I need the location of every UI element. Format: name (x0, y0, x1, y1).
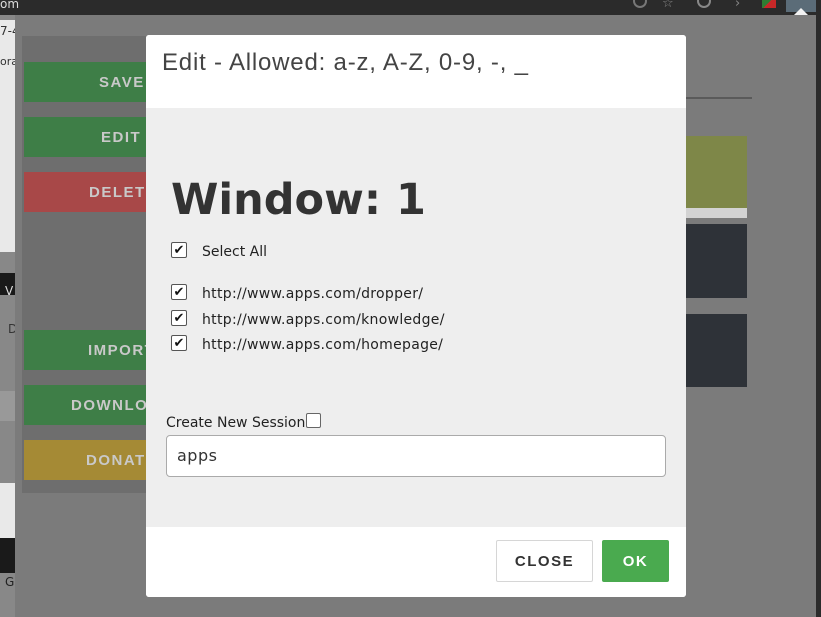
session-card-footer (686, 208, 747, 218)
url-label: http://www.apps.com/dropper/ (202, 286, 424, 302)
page-text-fragment: V (5, 284, 14, 298)
forward-icon[interactable]: › (735, 0, 740, 11)
select-all-label: Select All (202, 244, 267, 260)
session-card[interactable] (686, 224, 747, 298)
session-card[interactable] (686, 136, 747, 208)
save-button[interactable]: SAVE (24, 62, 164, 102)
page-bar (0, 538, 15, 573)
page-text-fragment: G (5, 575, 15, 589)
download-button[interactable]: DOWNLOAD (24, 385, 172, 425)
page-lines (0, 391, 15, 421)
history-icon[interactable] (633, 0, 647, 8)
window-title: Window: 1 (171, 175, 426, 225)
url-label: http://www.apps.com/homepage/ (202, 337, 444, 353)
create-new-session-checkbox[interactable] (306, 413, 321, 428)
import-button[interactable]: IMPORT (24, 330, 164, 370)
star-icon[interactable]: ☆ (662, 0, 674, 11)
edit-session-modal: Edit - Allowed: a-z, A-Z, 0-9, -, _ Wind… (146, 35, 686, 597)
url-checkbox[interactable]: ✔ (171, 335, 187, 351)
edit-button[interactable]: EDIT (24, 117, 164, 157)
url-label: http://www.apps.com/knowledge/ (202, 312, 445, 328)
modal-footer: CLOSE OK (146, 527, 686, 597)
ok-button[interactable]: OK (602, 540, 669, 582)
modal-header: Edit - Allowed: a-z, A-Z, 0-9, -, _ (146, 35, 686, 108)
session-name-input[interactable]: apps (166, 435, 666, 477)
url-fragment: om (0, 0, 20, 11)
extension-icon[interactable] (762, 0, 776, 8)
modal-title: Edit - Allowed: a-z, A-Z, 0-9, -, _ (162, 49, 529, 76)
session-card[interactable] (686, 314, 747, 387)
select-all-checkbox[interactable]: ✔ (171, 242, 187, 258)
divider (686, 97, 752, 99)
donate-button[interactable]: DONATE (24, 440, 164, 480)
background-page-left: 7-4 orac V D G (0, 15, 24, 617)
create-new-session-label: Create New Session (166, 415, 306, 431)
background-page-right (816, 15, 821, 617)
browser-toolbar: om ☆ › (0, 0, 821, 15)
url-checkbox[interactable]: ✔ (171, 310, 187, 326)
url-checkbox[interactable]: ✔ (171, 284, 187, 300)
page-panel (0, 483, 15, 538)
reload-icon[interactable] (697, 0, 711, 8)
delete-button[interactable]: DELETE (24, 172, 164, 212)
close-button[interactable]: CLOSE (496, 540, 593, 582)
